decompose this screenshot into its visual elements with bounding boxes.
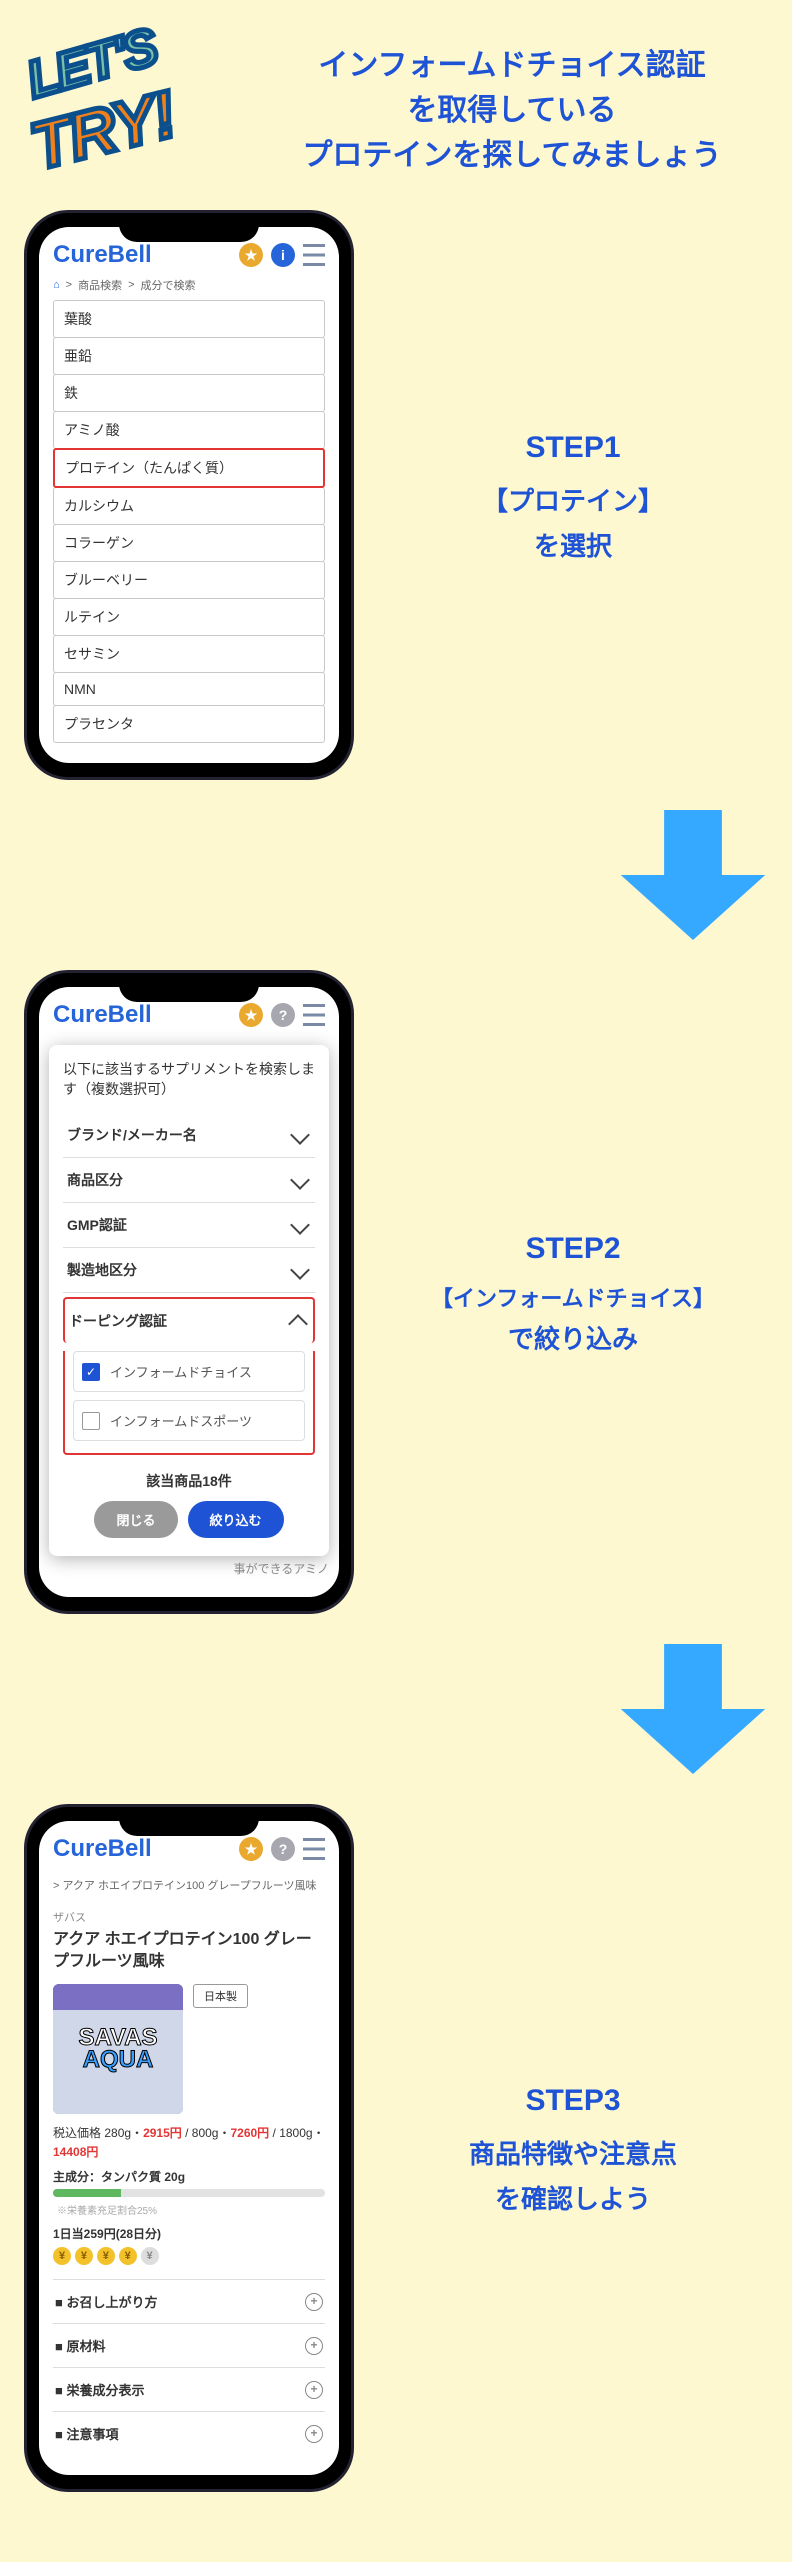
- yen-icon-inactive: ¥: [141, 2247, 159, 2265]
- filter-row[interactable]: 製造地区分: [63, 1248, 315, 1293]
- ingredient-item[interactable]: 鉄: [53, 374, 325, 412]
- filter-row[interactable]: GMP認証: [63, 1203, 315, 1248]
- plus-icon: +: [305, 2337, 323, 2355]
- phone-step2: CureBell ★ ? 以下に該当するサプリメントを検索します（複数選択可） …: [24, 970, 354, 1614]
- ingredient-item[interactable]: プラセンタ: [53, 705, 325, 743]
- lets-try-graphic: LET'S TRY!: [24, 40, 244, 180]
- ingredient-item[interactable]: 亜鉛: [53, 337, 325, 375]
- app-brand[interactable]: CureBell: [53, 1835, 152, 1863]
- ingredient-item[interactable]: ブルーベリー: [53, 561, 325, 599]
- chevron-up-icon: [288, 1314, 308, 1334]
- filter-row[interactable]: 商品区分: [63, 1158, 315, 1203]
- nutrition-note: ※栄養素充足割合25%: [57, 2206, 157, 2217]
- help-icon[interactable]: ?: [271, 1003, 295, 1027]
- phone-step3: CureBell ★ ? > アクア ホエイプロテイン100 グレープフルーツ風…: [24, 1804, 354, 2492]
- product-name: アクア ホエイプロテイン100 グレープフルーツ風味: [53, 1929, 325, 1974]
- ingredient-item[interactable]: コラーゲン: [53, 524, 325, 562]
- phone-step1: CureBell ★ i ⌂ > 商品検索 > 成分で検索 葉酸亜鉛鉄アミノ酸プ…: [24, 210, 354, 780]
- step2-caption: STEP2 【インフォームドチョイス】 で絞り込み: [378, 1223, 768, 1362]
- modal-title: 以下に該当するサプリメントを検索します（複数選択可）: [63, 1059, 315, 1099]
- accordion-row[interactable]: ■ 注意事項+: [53, 2411, 325, 2455]
- main-component: 主成分：タンパク質 20g: [53, 2168, 325, 2185]
- doping-options: ✓インフォームドチョイスインフォームドスポーツ: [63, 1351, 315, 1455]
- ingredient-item[interactable]: カルシウム: [53, 487, 325, 525]
- hamburger-icon[interactable]: [303, 244, 325, 266]
- price-info: 税込価格 280g・2915円 / 800g・7260円 / 1800g・144…: [53, 2124, 325, 2162]
- accordion-row[interactable]: ■ お召し上がり方+: [53, 2279, 325, 2323]
- made-in-badge: 日本製: [193, 1984, 248, 2008]
- ingredient-item[interactable]: アミノ酸: [53, 411, 325, 449]
- background-text: 事ができるアミノ: [39, 1556, 339, 1597]
- yen-icon: ¥: [97, 2247, 115, 2265]
- nutrition-bar: [53, 2189, 325, 2197]
- hero-title: インフォームドチョイス認証 を取得している プロテインを探してみましょう: [256, 43, 768, 178]
- medal-icon[interactable]: ★: [239, 243, 263, 267]
- step3-caption: STEP3 商品特徴や注意点 を確認しよう: [378, 2075, 768, 2220]
- result-count: 該当商品18件: [63, 1471, 315, 1491]
- app-brand[interactable]: CureBell: [53, 1001, 152, 1029]
- help-icon[interactable]: ?: [271, 1837, 295, 1861]
- product-brand: ザバス: [53, 1909, 325, 1925]
- ingredient-item[interactable]: ルテイン: [53, 598, 325, 636]
- ingredient-item[interactable]: セサミン: [53, 635, 325, 673]
- ingredient-item[interactable]: NMN: [53, 672, 325, 706]
- ingredient-item[interactable]: プロテイン（たんぱく質）: [53, 448, 325, 488]
- plus-icon: +: [305, 2293, 323, 2311]
- phone-notch: [119, 1810, 259, 1836]
- ingredient-item[interactable]: 葉酸: [53, 300, 325, 338]
- breadcrumb: > アクア ホエイプロテイン100 グレープフルーツ風味: [39, 1871, 339, 1899]
- info-icon[interactable]: i: [271, 243, 295, 267]
- filter-option[interactable]: インフォームドスポーツ: [73, 1400, 305, 1441]
- plus-icon: +: [305, 2381, 323, 2399]
- chevron-down-icon: [290, 1125, 310, 1145]
- accordion-row[interactable]: ■ 原材料+: [53, 2323, 325, 2367]
- ingredient-list: 葉酸亜鉛鉄アミノ酸プロテイン（たんぱく質）カルシウムコラーゲンブルーベリールテイ…: [39, 300, 339, 763]
- product-image: SAVAS AQUA: [53, 1984, 183, 2114]
- checkbox[interactable]: [82, 1412, 100, 1430]
- step1-caption: STEP1 【プロテイン】 を選択: [378, 422, 768, 567]
- app-brand[interactable]: CureBell: [53, 241, 152, 269]
- hamburger-icon[interactable]: [303, 1004, 325, 1026]
- medal-icon[interactable]: ★: [239, 1837, 263, 1861]
- accordion-row[interactable]: ■ 栄養成分表示+: [53, 2367, 325, 2411]
- chevron-down-icon: [290, 1215, 310, 1235]
- phone-notch: [119, 216, 259, 242]
- phone-notch: [119, 976, 259, 1002]
- cost-rating: ¥ ¥ ¥ ¥ ¥: [53, 2246, 325, 2265]
- filter-row[interactable]: ブランド/メーカー名: [63, 1113, 315, 1158]
- yen-icon: ¥: [53, 2247, 71, 2265]
- per-day-cost: 1日当259円(28日分): [53, 2225, 325, 2242]
- chevron-down-icon: [290, 1260, 310, 1280]
- breadcrumb: ⌂ > 商品検索 > 成分で検索: [39, 277, 339, 301]
- filter-option[interactable]: ✓インフォームドチョイス: [73, 1351, 305, 1392]
- filter-modal: 以下に該当するサプリメントを検索します（複数選択可） ブランド/メーカー名商品区…: [49, 1045, 329, 1556]
- close-button[interactable]: 閉じる: [94, 1501, 177, 1538]
- home-icon[interactable]: ⌂: [53, 279, 60, 291]
- yen-icon: ¥: [75, 2247, 93, 2265]
- plus-icon: +: [305, 2425, 323, 2443]
- yen-icon: ¥: [119, 2247, 137, 2265]
- arrow-down-icon: [618, 1644, 768, 1774]
- chevron-down-icon: [290, 1170, 310, 1190]
- hamburger-icon[interactable]: [303, 1838, 325, 1860]
- medal-icon[interactable]: ★: [239, 1003, 263, 1027]
- checkbox[interactable]: ✓: [82, 1363, 100, 1381]
- apply-filter-button[interactable]: 絞り込む: [188, 1501, 284, 1538]
- arrow-down-icon: [618, 810, 768, 940]
- filter-row[interactable]: ドーピング認証: [63, 1297, 315, 1343]
